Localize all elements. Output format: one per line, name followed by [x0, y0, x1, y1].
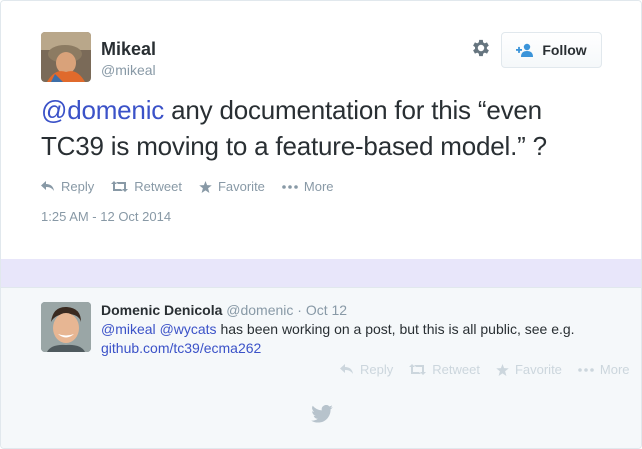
reply-tweet: Domenic Denicola @domenic · Oct 12 @mike… — [1, 287, 641, 448]
more-label: More — [303, 179, 334, 194]
reply-icon — [340, 364, 353, 374]
reply-avatar[interactable] — [41, 302, 91, 352]
reply-meta[interactable]: @domenic · Oct 12 — [226, 302, 347, 318]
follow-label: Follow — [542, 42, 587, 58]
reply-text: @mikeal @wycats has been working on a po… — [101, 320, 621, 358]
mention-link[interactable]: @domenic — [41, 95, 164, 125]
retweet-label: Retweet — [432, 362, 480, 377]
add-user-icon — [516, 43, 534, 57]
more-icon — [578, 367, 594, 372]
retweet-label: Retweet — [134, 179, 182, 194]
author-name[interactable]: Mikeal — [101, 39, 156, 60]
retweet-icon — [409, 364, 427, 375]
gear-icon[interactable] — [470, 37, 492, 59]
favorite-label: Favorite — [514, 362, 562, 377]
mention-mikeal[interactable]: @mikeal — [101, 321, 156, 337]
tweet-text: @domenic any documentation for this “eve… — [41, 92, 611, 164]
follow-button[interactable]: Follow — [501, 32, 602, 68]
reply-icon — [41, 181, 54, 191]
more-icon — [282, 184, 298, 189]
reply-label: Reply — [360, 362, 394, 377]
more-label: More — [599, 362, 630, 377]
favorite-label: Favorite — [217, 179, 265, 194]
reply-body: has been working on a post, but this is … — [216, 321, 575, 337]
reply-favorite-action[interactable]: Favorite — [496, 362, 562, 377]
twitter-bird-icon[interactable] — [311, 404, 333, 423]
reply-retweet-action[interactable]: Retweet — [409, 362, 480, 377]
retweet-icon — [111, 181, 129, 192]
reply-actions: Reply Retweet Favorite More — [340, 362, 641, 377]
reply-action[interactable]: Reply — [41, 179, 94, 194]
star-icon — [199, 180, 212, 193]
reply-author-name[interactable]: Domenic Denicola — [101, 302, 222, 318]
mention-wycats[interactable]: @wycats — [160, 321, 217, 337]
timestamp[interactable]: 1:25 AM - 12 Oct 2014 — [41, 209, 171, 224]
tweet-embed: Mikeal @mikeal Follow @domenic any docum… — [0, 0, 642, 449]
reply-reply-action[interactable]: Reply — [340, 362, 393, 377]
favorite-action[interactable]: Favorite — [199, 179, 265, 194]
main-tweet: Mikeal @mikeal Follow @domenic any docum… — [1, 1, 641, 259]
star-icon — [496, 363, 509, 376]
section-divider-band — [1, 259, 641, 287]
reply-url-link[interactable]: github.com/tc39/ecma262 — [101, 340, 261, 356]
retweet-action[interactable]: Retweet — [111, 179, 182, 194]
reply-header: Domenic Denicola @domenic · Oct 12 — [101, 302, 347, 318]
avatar[interactable] — [41, 32, 91, 82]
more-action[interactable]: More — [282, 179, 334, 194]
reply-more-action[interactable]: More — [578, 362, 630, 377]
tweet-actions: Reply Retweet Favorite More — [41, 179, 351, 194]
author-handle[interactable]: @mikeal — [101, 62, 156, 78]
divider — [1, 287, 641, 288]
reply-label: Reply — [61, 179, 95, 194]
